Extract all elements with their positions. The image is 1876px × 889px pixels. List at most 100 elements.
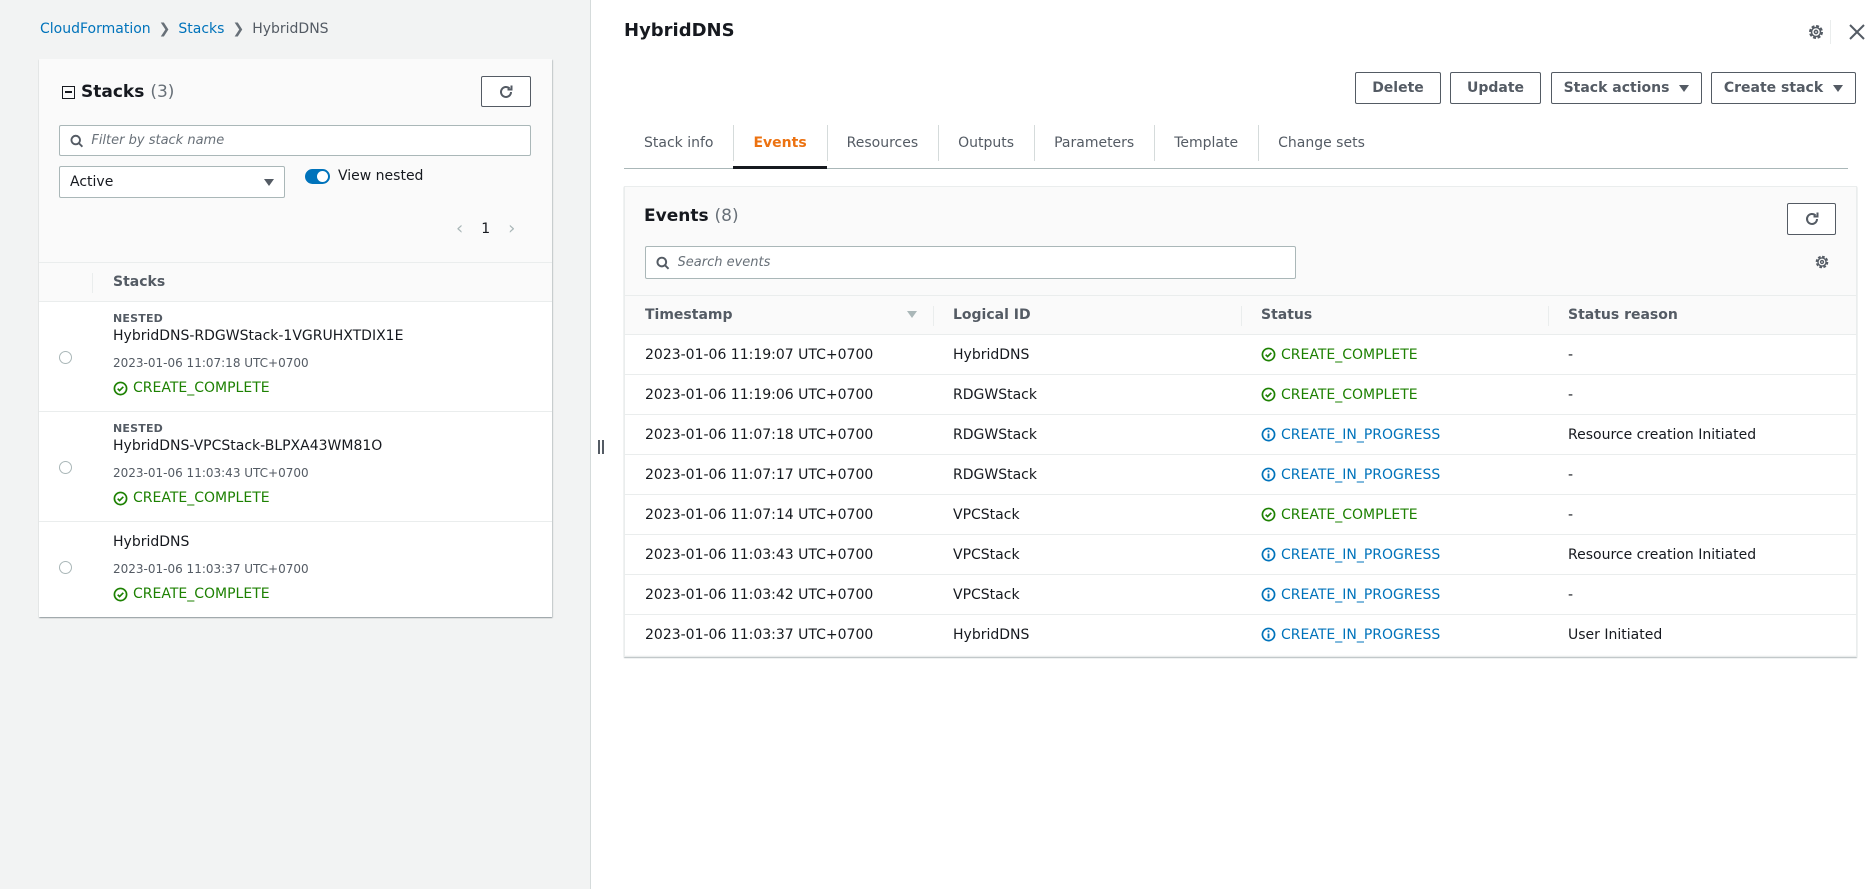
tab-template[interactable]: Template xyxy=(1154,118,1258,168)
stack-list-item[interactable]: NESTED HybridDNS-RDGWStack-1VGRUHXTDIX1E… xyxy=(39,302,552,412)
stack-status-text: CREATE_COMPLETE xyxy=(133,380,270,396)
breadcrumb-current: HybridDNS xyxy=(252,21,329,37)
breadcrumb-stacks[interactable]: Stacks xyxy=(178,21,224,37)
stack-filter-field[interactable] xyxy=(59,125,531,156)
refresh-icon xyxy=(500,85,513,98)
event-status: CREATE_COMPLETE xyxy=(1241,334,1548,375)
stack-radio[interactable] xyxy=(59,351,72,364)
stack-created: 2023-01-06 11:03:37 UTC+0700 xyxy=(113,562,309,576)
delete-button[interactable]: Delete xyxy=(1355,72,1441,104)
tab-parameters[interactable]: Parameters xyxy=(1034,118,1154,168)
event-status-indicator: CREATE_IN_PROGRESS xyxy=(1261,427,1548,443)
stack-status-select[interactable]: Active xyxy=(59,166,285,198)
status-success-icon xyxy=(1261,507,1276,522)
events-search-input[interactable] xyxy=(677,255,1295,270)
stacks-refresh-button[interactable] xyxy=(481,76,531,107)
events-table-header: Timestamp Logical ID Status Status reaso… xyxy=(625,295,1856,335)
search-icon xyxy=(656,256,670,269)
stack-radio[interactable] xyxy=(59,561,72,574)
event-status-indicator: CREATE_IN_PROGRESS xyxy=(1261,547,1548,563)
event-logical-id: HybridDNS xyxy=(933,334,1241,375)
event-logical-id: VPCStack xyxy=(933,494,1241,535)
tab-stack-info[interactable]: Stack info xyxy=(624,118,733,168)
tab-resources[interactable]: Resources xyxy=(826,118,939,168)
event-timestamp: 2023-01-06 11:19:07 UTC+0700 xyxy=(625,334,933,375)
column-header-logical-id[interactable]: Logical ID xyxy=(933,295,1241,335)
view-nested-toggle[interactable]: View nested xyxy=(305,168,423,184)
stacks-table-header: Stacks xyxy=(39,262,552,302)
toggle-switch[interactable] xyxy=(305,168,330,184)
event-status-text: CREATE_IN_PROGRESS xyxy=(1281,626,1441,643)
chevron-right-icon: ❯ xyxy=(158,21,171,37)
tab-outputs[interactable]: Outputs xyxy=(938,118,1034,168)
column-header-timestamp-label: Timestamp xyxy=(645,307,733,323)
panel-resize-handle[interactable] xyxy=(598,440,605,454)
event-status: CREATE_COMPLETE xyxy=(1241,494,1548,535)
event-status-reason: - xyxy=(1548,494,1856,535)
stacks-pagination: ‹ 1 › xyxy=(456,218,515,239)
sort-descending-icon[interactable] xyxy=(907,311,917,318)
event-timestamp: 2023-01-06 11:07:18 UTC+0700 xyxy=(625,414,933,455)
status-success-icon xyxy=(1261,347,1276,362)
event-status-reason: - xyxy=(1548,574,1856,615)
status-success-icon xyxy=(113,491,128,505)
events-search-field[interactable] xyxy=(645,246,1296,279)
event-status: CREATE_IN_PROGRESS xyxy=(1241,614,1548,655)
caret-down-icon xyxy=(1679,84,1690,92)
column-header-status[interactable]: Status xyxy=(1241,295,1548,335)
event-status-text: CREATE_IN_PROGRESS xyxy=(1281,466,1441,483)
breadcrumb-cloudformation[interactable]: CloudFormation xyxy=(40,21,151,37)
next-page-icon[interactable]: › xyxy=(508,218,515,239)
status-success-icon xyxy=(1261,387,1276,402)
stack-list-item[interactable]: NESTED HybridDNS-VPCStack-BLPXA43WM81O 2… xyxy=(39,412,552,522)
column-header-timestamp[interactable]: Timestamp xyxy=(625,295,933,335)
stack-radio[interactable] xyxy=(59,461,72,474)
current-page[interactable]: 1 xyxy=(481,221,490,237)
delete-button-label: Delete xyxy=(1372,80,1424,96)
event-logical-id: RDGWStack xyxy=(933,454,1241,495)
table-preferences-gear-icon[interactable] xyxy=(1813,253,1831,275)
close-icon[interactable] xyxy=(1846,21,1868,47)
collapse-icon[interactable] xyxy=(62,85,75,99)
nested-label: NESTED xyxy=(113,422,163,435)
stack-filter-input[interactable] xyxy=(91,133,530,148)
stack-created: 2023-01-06 11:03:43 UTC+0700 xyxy=(113,466,309,480)
event-logical-id: RDGWStack xyxy=(933,414,1241,455)
stack-detail-title: HybridDNS xyxy=(624,20,735,41)
create-stack-button[interactable]: Create stack xyxy=(1711,72,1856,104)
detail-tabs: Stack info Events Resources Outputs Para… xyxy=(624,118,1848,169)
event-row: 2023-01-06 11:03:42 UTC+0700 VPCStack CREA… xyxy=(625,574,1856,615)
stacks-panel-title: Stacks (3) xyxy=(62,82,174,102)
tab-events[interactable]: Events xyxy=(733,118,827,169)
status-info-icon xyxy=(1261,547,1276,562)
event-timestamp: 2023-01-06 11:03:37 UTC+0700 xyxy=(625,614,933,655)
settings-gear-icon[interactable] xyxy=(1806,22,1826,46)
status-success-icon xyxy=(113,587,128,601)
events-table: Timestamp Logical ID Status Status reaso… xyxy=(625,295,1856,655)
chevron-right-icon: ❯ xyxy=(232,21,245,37)
stack-actions-button[interactable]: Stack actions xyxy=(1551,72,1702,104)
stack-status: CREATE_COMPLETE xyxy=(113,490,382,506)
stack-name: HybridDNS-VPCStack-BLPXA43WM81O xyxy=(113,438,383,454)
previous-page-icon[interactable]: ‹ xyxy=(456,218,463,239)
event-status: CREATE_IN_PROGRESS xyxy=(1241,534,1548,575)
stack-status-select-value: Active xyxy=(70,174,114,190)
stack-list-item[interactable]: HybridDNS 2023-01-06 11:03:37 UTC+0700 C… xyxy=(39,522,552,617)
event-row: 2023-01-06 11:19:06 UTC+0700 RDGWStack CRE… xyxy=(625,374,1856,415)
events-refresh-button[interactable] xyxy=(1787,203,1836,235)
event-status-reason: - xyxy=(1548,454,1856,495)
event-status-indicator: CREATE_COMPLETE xyxy=(1261,347,1548,363)
search-icon xyxy=(70,134,84,147)
event-status: CREATE_IN_PROGRESS xyxy=(1241,454,1548,495)
update-button[interactable]: Update xyxy=(1450,72,1541,104)
stack-name: HybridDNS xyxy=(113,534,190,550)
event-logical-id: HybridDNS xyxy=(933,614,1241,655)
tab-change-sets[interactable]: Change sets xyxy=(1258,118,1385,168)
status-info-icon xyxy=(1261,627,1276,642)
column-header-status-reason[interactable]: Status reason xyxy=(1548,295,1856,335)
stacks-title-text: Stacks xyxy=(81,82,145,102)
caret-down-icon xyxy=(264,178,274,186)
event-status-text: CREATE_COMPLETE xyxy=(1281,386,1418,403)
status-info-icon xyxy=(1261,467,1276,482)
status-info-icon xyxy=(1261,427,1276,442)
